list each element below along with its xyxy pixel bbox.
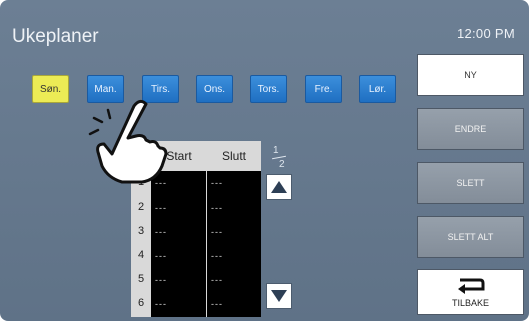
screen: Ukeplaner 12:00 PM Søn. Man. Tirs. Ons. … bbox=[0, 0, 529, 321]
row-number: 2 bbox=[137, 201, 145, 213]
end-time[interactable]: --- bbox=[211, 178, 223, 188]
start-time[interactable]: --- bbox=[155, 227, 167, 237]
scroll-down-button[interactable] bbox=[266, 283, 292, 309]
start-time[interactable]: --- bbox=[155, 299, 167, 309]
day-button-sat[interactable]: Lør. bbox=[359, 75, 396, 103]
end-time[interactable]: --- bbox=[211, 251, 223, 261]
row-number: 3 bbox=[137, 225, 145, 237]
column-header-end: Slutt bbox=[221, 149, 246, 163]
row-number: 6 bbox=[137, 297, 145, 309]
start-time[interactable]: --- bbox=[155, 203, 167, 213]
day-button-wed[interactable]: Ons. bbox=[196, 75, 233, 103]
end-time[interactable]: --- bbox=[211, 203, 223, 213]
page-current: 1 bbox=[273, 145, 279, 156]
page-indicator: 1 2 bbox=[268, 145, 290, 171]
start-column bbox=[151, 171, 206, 317]
return-arrow-icon bbox=[458, 278, 485, 294]
back-button[interactable]: TILBAKE bbox=[417, 269, 524, 315]
page-total: 2 bbox=[279, 159, 285, 170]
day-button-fri[interactable]: Fre. bbox=[305, 75, 342, 103]
back-label: TILBAKE bbox=[451, 298, 489, 308]
scroll-up-button[interactable] bbox=[266, 174, 292, 200]
start-time[interactable]: --- bbox=[155, 251, 167, 261]
page-title: Ukeplaner bbox=[12, 26, 99, 47]
new-button[interactable]: NY bbox=[417, 54, 524, 96]
row-number: 5 bbox=[137, 273, 145, 285]
clock: 12:00 PM bbox=[456, 26, 515, 41]
end-time[interactable]: --- bbox=[211, 227, 223, 237]
day-button-sun[interactable]: Søn. bbox=[32, 75, 69, 103]
delete-button[interactable]: SLETT bbox=[417, 162, 524, 204]
end-time[interactable]: --- bbox=[211, 275, 223, 285]
end-column bbox=[207, 171, 261, 317]
arrow-up-icon bbox=[271, 181, 287, 193]
start-time[interactable]: --- bbox=[155, 275, 167, 285]
end-time[interactable]: --- bbox=[211, 299, 223, 309]
row-number: 4 bbox=[137, 249, 145, 261]
day-button-thu[interactable]: Tors. bbox=[250, 75, 287, 103]
delete-all-button[interactable]: SLETT ALT bbox=[417, 216, 524, 258]
edit-button[interactable]: ENDRE bbox=[417, 108, 524, 150]
arrow-down-icon bbox=[271, 290, 287, 302]
pointing-hand-icon bbox=[88, 99, 168, 184]
